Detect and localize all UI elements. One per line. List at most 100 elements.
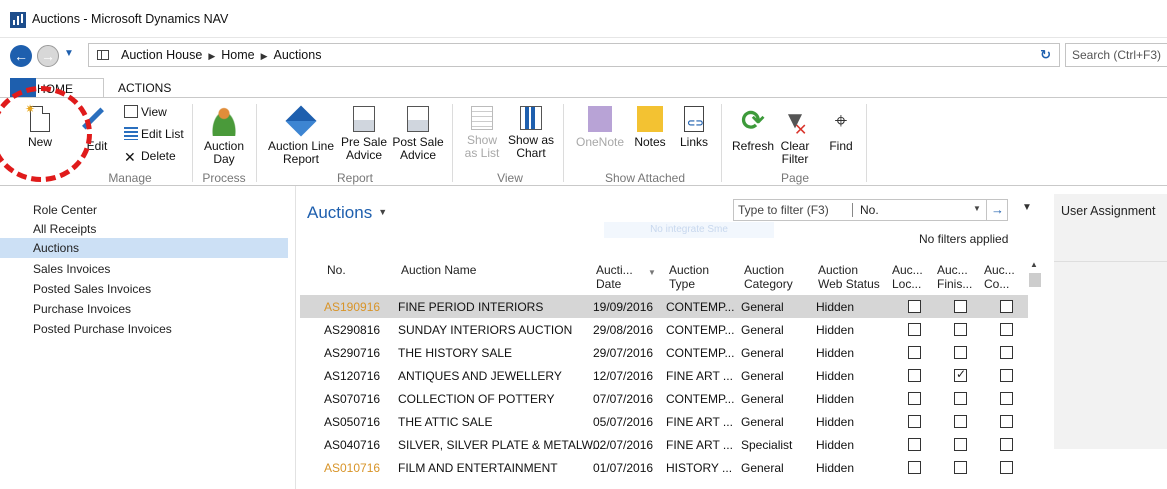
page-title[interactable]: Auctions ▼ <box>307 203 387 223</box>
checkbox-finished[interactable] <box>954 392 967 405</box>
list-icon <box>471 106 493 130</box>
cell-no[interactable]: AS290716 <box>324 346 380 360</box>
group-divider <box>192 104 193 182</box>
checkbox-loc[interactable] <box>908 438 921 451</box>
printer-icon <box>407 106 429 132</box>
view-icon <box>124 105 138 118</box>
checkbox-loc[interactable] <box>908 346 921 359</box>
clear-filter-button[interactable]: ▼ ClearFilter <box>776 106 814 166</box>
column-header-auction-date[interactable]: Aucti... Date <box>596 263 633 291</box>
links-button[interactable]: Links <box>674 106 714 149</box>
checkbox-loc[interactable] <box>908 300 921 313</box>
breadcrumb-auction-house[interactable]: Auction House <box>121 48 202 62</box>
edit-list-button[interactable]: Edit List <box>124 127 184 141</box>
cell-no[interactable]: AS070716 <box>324 392 380 406</box>
factbox-title: User Assignment <box>1061 204 1156 218</box>
column-header-auction-category[interactable]: Auction Category <box>744 263 793 291</box>
notes-button[interactable]: Notes <box>630 106 670 149</box>
cell-no[interactable]: AS120716 <box>324 369 380 383</box>
checkbox-loc[interactable] <box>908 461 921 474</box>
table-row[interactable]: AS190916 FINE PERIOD INTERIORS 19/09/2016 C… <box>300 295 1028 318</box>
chevron-down-icon[interactable]: ▼ <box>973 204 981 213</box>
post-sale-advice-button[interactable]: Post Sale Advice <box>392 106 444 162</box>
chevron-down-icon[interactable]: ▼ <box>378 207 387 217</box>
checkbox-loc[interactable] <box>908 369 921 382</box>
checkbox-co[interactable] <box>1000 323 1013 336</box>
table-row[interactable]: AS290816 SUNDAY INTERIORS AUCTION 29/08/20… <box>300 318 1028 341</box>
column-header-auction-name[interactable]: Auction Name <box>401 263 476 277</box>
column-header-auction-type[interactable]: Auction Type <box>669 263 709 291</box>
checkbox-finished[interactable] <box>954 415 967 428</box>
table-row[interactable]: AS040716 SILVER, SILVER PLATE & METALW...… <box>300 433 1028 456</box>
cell-no[interactable]: AS010716 <box>324 461 380 475</box>
table-row[interactable]: AS120716 ANTIQUES AND JEWELLERY 12/07/2016… <box>300 364 1028 387</box>
history-dropdown-icon[interactable]: ▼ <box>64 48 74 59</box>
group-divider <box>256 104 257 182</box>
group-label-process: Process <box>202 171 246 185</box>
arrow-right-icon[interactable]: → <box>986 200 1008 220</box>
checkbox-co[interactable] <box>1000 438 1013 451</box>
checkbox-loc[interactable] <box>908 392 921 405</box>
breadcrumb-auctions[interactable]: Auctions <box>274 48 322 62</box>
window-icon <box>97 50 109 60</box>
checkbox-co[interactable] <box>1000 300 1013 313</box>
table-row[interactable]: AS290716 THE HISTORY SALE 29/07/2016 CONTEM… <box>300 341 1028 364</box>
onenote-button[interactable]: OneNote <box>574 106 626 149</box>
column-header-auction-co[interactable]: Auc... Co... <box>984 263 1015 291</box>
checkbox-co[interactable] <box>1000 461 1013 474</box>
table-row[interactable]: AS070716 COLLECTION OF POTTERY 07/07/2016 C… <box>300 387 1028 410</box>
nav-item-sales-invoices[interactable]: Sales Invoices <box>0 259 288 279</box>
checkbox-co[interactable] <box>1000 346 1013 359</box>
column-header-no[interactable]: No. <box>327 263 346 277</box>
scroll-up-icon[interactable]: ▲ <box>1030 260 1038 269</box>
checkbox-loc[interactable] <box>908 415 921 428</box>
filter-input[interactable] <box>734 200 852 220</box>
group-label-view: View <box>497 171 523 185</box>
checkbox-finished[interactable] <box>954 323 967 336</box>
scrollbar-thumb[interactable] <box>1029 273 1041 287</box>
refresh-button[interactable]: ⟳ Refresh <box>730 106 776 153</box>
table-row[interactable]: AS050716 THE ATTIC SALE 05/07/2016 FINE ART… <box>300 410 1028 433</box>
refresh-icon[interactable]: ↻ <box>1040 47 1051 63</box>
cell-no[interactable]: AS040716 <box>324 438 380 452</box>
tab-actions[interactable]: ACTIONS <box>106 78 183 98</box>
cell-no[interactable]: AS190916 <box>324 300 380 314</box>
checkbox-co[interactable] <box>1000 415 1013 428</box>
nav-item-purchase-invoices[interactable]: Purchase Invoices <box>0 299 288 319</box>
filter-field[interactable]: No. <box>860 203 879 217</box>
view-button[interactable]: View <box>124 105 167 119</box>
group-divider <box>866 104 867 182</box>
auction-day-button[interactable]: Auction Day <box>198 106 250 166</box>
checkbox-finished[interactable] <box>954 346 967 359</box>
nav-item-auctions[interactable]: Auctions <box>0 238 288 258</box>
checkbox-finished[interactable] <box>954 367 967 382</box>
cell-no[interactable]: AS290816 <box>324 323 380 337</box>
checkbox-finished[interactable] <box>954 438 967 451</box>
auction-line-report-button[interactable]: Auction Line Report <box>264 105 338 166</box>
column-header-web-status[interactable]: Auction Web Status <box>818 263 880 291</box>
forward-arrow-icon[interactable]: → <box>37 45 59 67</box>
nav-item-role-center[interactable]: Role Center <box>0 200 288 220</box>
cell-web-status: Hidden <box>816 300 855 314</box>
breadcrumb-home[interactable]: Home <box>221 48 254 62</box>
show-as-list-button[interactable]: Show as List <box>460 106 504 160</box>
column-header-auction-finished[interactable]: Auc... Finis... <box>937 263 972 291</box>
chevron-down-icon[interactable]: ▼ <box>1022 202 1032 213</box>
nav-item-posted-purchase-invoices[interactable]: Posted Purchase Invoices <box>0 319 288 339</box>
checkbox-co[interactable] <box>1000 392 1013 405</box>
checkbox-loc[interactable] <box>908 323 921 336</box>
pre-sale-advice-button[interactable]: Pre Sale Advice <box>340 106 388 162</box>
checkbox-co[interactable] <box>1000 369 1013 382</box>
table-row[interactable]: AS010716 FILM AND ENTERTAINMENT 01/07/2016… <box>300 456 1028 479</box>
search-input[interactable] <box>1066 44 1167 66</box>
nav-item-posted-sales-invoices[interactable]: Posted Sales Invoices <box>0 279 288 299</box>
checkbox-finished[interactable] <box>954 461 967 474</box>
back-arrow-icon[interactable]: ← <box>10 45 32 67</box>
column-header-auction-location[interactable]: Auc... Loc... <box>892 263 923 291</box>
nav-item-all-receipts[interactable]: All Receipts <box>0 219 288 239</box>
cell-no[interactable]: AS050716 <box>324 415 380 429</box>
find-button[interactable]: ⌖ Find <box>822 106 860 153</box>
checkbox-finished[interactable] <box>954 300 967 313</box>
show-as-chart-button[interactable]: Show as Chart <box>506 106 556 160</box>
delete-button[interactable]: ✕ Delete <box>124 149 176 164</box>
